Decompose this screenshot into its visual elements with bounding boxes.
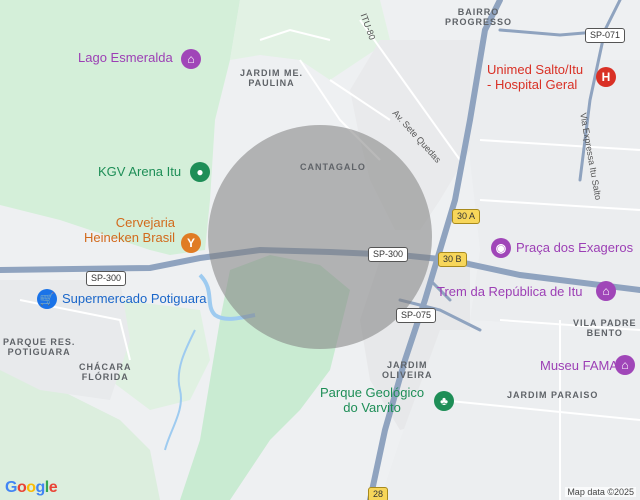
hospital-icon[interactable]: H (596, 67, 616, 87)
route-shield-sp071: SP-071 (585, 28, 626, 43)
photo-spot-icon[interactable]: ◉ (491, 238, 511, 258)
exit-shield-28: 28 (368, 487, 389, 500)
area-jardim-paulina: JARDIM ME. PAULINA (240, 68, 304, 89)
area-parque-potiguara: PARQUE RES. POTIGUARA (3, 337, 76, 358)
poi-trem-label[interactable]: Trem da República de Itu (437, 284, 582, 300)
area-jardim-oliveira: JARDIM OLIVEIRA (382, 360, 433, 381)
poi-museu-label[interactable]: Museu FAMA (540, 358, 618, 374)
area-bairro-progresso: BAIRRO PROGRESSO (445, 7, 513, 28)
exit-shield-30b: 30 B (438, 252, 467, 267)
route-shield-sp300-west: SP-300 (86, 271, 127, 286)
area-chacara-florida: CHÁCARA FLÓRIDA (79, 362, 132, 383)
exit-shield-30a: 30 A (452, 209, 481, 224)
area-cantagalo: CANTAGALO (300, 162, 366, 172)
bar-icon[interactable]: Y (181, 233, 201, 253)
poi-unimed-label[interactable]: Unimed Salto/Itu - Hospital Geral (487, 62, 583, 93)
landmark-icon[interactable]: ⌂ (596, 281, 616, 301)
poi-cervejaria-label[interactable]: Cervejaria Heineken Brasil (84, 215, 175, 246)
route-shield-sp300-east: SP-300 (368, 247, 409, 262)
poi-lago-esmeralda-label[interactable]: Lago Esmeralda (78, 50, 173, 66)
poi-kgv-arena-label[interactable]: KGV Arena Itu (98, 164, 181, 180)
museum-icon[interactable]: ⌂ (615, 355, 635, 375)
poi-supermercado-label[interactable]: Supermercado Potiguara (62, 291, 207, 307)
map-canvas[interactable]: BAIRRO PROGRESSO JARDIM ME. PAULINA CANT… (0, 0, 640, 500)
poi-praca-label[interactable]: Praça dos Exageros (516, 240, 633, 256)
sports-venue-icon[interactable]: ● (190, 162, 210, 182)
shopping-cart-icon[interactable]: 🛒 (37, 289, 57, 309)
area-vila-padre-bento: VILA PADRE BENTO (573, 318, 637, 339)
map-attribution[interactable]: Map data ©2025 (565, 487, 636, 497)
poi-parque-geologico-label[interactable]: Parque Geológico do Varvito (320, 385, 424, 416)
route-shield-sp075: SP-075 (396, 308, 437, 323)
area-jardim-paraiso: JARDIM PARAISO (507, 390, 599, 400)
landmark-icon[interactable]: ⌂ (181, 49, 201, 69)
google-logo: Google (5, 479, 58, 496)
park-tree-icon[interactable]: ♣ (434, 391, 454, 411)
